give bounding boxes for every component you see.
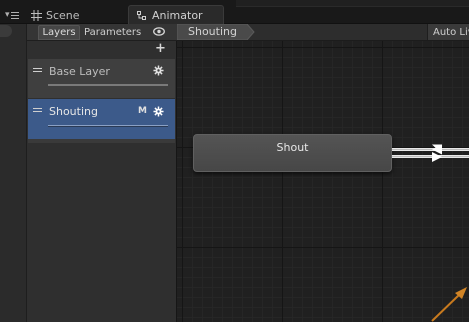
auto-live-label: Auto Live <box>433 26 469 38</box>
state-node-shout[interactable]: Shout <box>193 134 392 172</box>
add-layer-button[interactable]: + <box>155 42 166 55</box>
state-machine-graph[interactable] <box>177 41 469 322</box>
state-node-label: Shout <box>276 141 309 154</box>
dropdown-menu-icon[interactable]: ▾ <box>5 9 23 21</box>
tab-scene[interactable]: Scene <box>31 6 80 24</box>
layer-name: Base Layer <box>49 65 110 78</box>
gear-icon[interactable] <box>153 65 164 76</box>
layer-row-base-layer[interactable]: Base Layer <box>28 59 175 98</box>
left-side-panel <box>0 24 27 322</box>
left-panel-toggle[interactable] <box>0 25 12 37</box>
tab-animator[interactable]: Animator <box>128 5 224 24</box>
transition-arrow-orange[interactable] <box>428 284 469 322</box>
mask-badge: M <box>138 106 147 116</box>
layer-weight-slider[interactable] <box>48 125 168 127</box>
eye-icon[interactable] <box>153 27 165 36</box>
auto-live-link-toggle[interactable]: Auto Live <box>427 24 469 40</box>
tab-strip-filler <box>236 0 469 7</box>
breadcrumb-label: Shouting <box>188 25 237 38</box>
layers-list-footer <box>28 139 175 143</box>
tab-layers[interactable]: Layers <box>38 25 80 40</box>
transition-arrows[interactable] <box>392 144 469 164</box>
tab-scene-label: Scene <box>46 8 80 22</box>
grid-hash-icon <box>31 9 42 21</box>
chevron-down-icon: ▾ <box>5 10 10 20</box>
gear-icon[interactable] <box>153 106 164 117</box>
drag-handle-icon[interactable] <box>33 68 42 72</box>
tab-parameters[interactable]: Parameters <box>84 25 141 40</box>
layer-weight-slider[interactable] <box>48 84 168 86</box>
hamburger-icon <box>10 11 19 19</box>
layer-row-shouting[interactable]: Shouting M <box>28 99 175 139</box>
layer-name: Shouting <box>49 105 98 118</box>
tab-animator-label: Animator <box>152 8 203 22</box>
animator-icon <box>137 10 146 20</box>
drag-handle-icon[interactable] <box>33 108 42 112</box>
